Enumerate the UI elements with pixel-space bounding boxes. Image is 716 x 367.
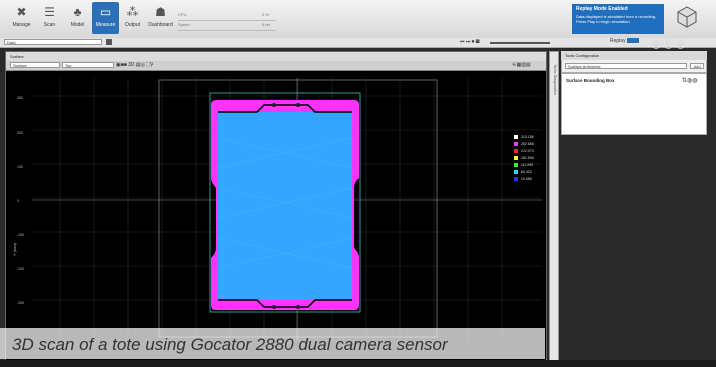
panel-tool-icons[interactable]: ⚟▦▥▤ [512, 62, 531, 68]
legend-swatch [514, 156, 518, 161]
model-label: Model [70, 22, 85, 28]
tools-panel-title: Tools Configuration [561, 51, 707, 60]
view-select[interactable]: Top [62, 62, 114, 68]
legend-item: 262.688 [514, 141, 534, 148]
output-label: Output [124, 22, 140, 28]
tool-actions-icons[interactable]: ⇅◍◍ [682, 77, 698, 84]
surface-plot[interactable] [32, 78, 542, 340]
tool-item-surface-bounding-box[interactable]: Surface Bounding Box [566, 78, 615, 83]
add-tool-button[interactable]: Add [690, 63, 704, 69]
wrench-icon: ✖ [16, 5, 27, 19]
legend-swatch [514, 149, 518, 154]
tools-diagnostics-label: Tools Diagnostics [553, 64, 558, 96]
replay-text: Data displayed is simulated from a recor… [576, 14, 657, 24]
scan-label: Scan [43, 22, 56, 28]
scan-button[interactable]: ☰ Scan [36, 2, 63, 34]
y-tick: -250 [17, 301, 25, 305]
caption-overlay: 3D scan of a tote using Gocator 2880 dua… [0, 328, 545, 359]
legend-item: 161.556 [514, 155, 534, 162]
data-viewer-panel: Surface Surface Top ▣■■ 3D ▤◎ ⛶⚲ ⚟▦▥▤ Y … [5, 51, 547, 363]
speed-meter: Speed 0 Hz [178, 22, 276, 31]
replay-title: Replay Mode Enabled [576, 6, 628, 12]
legend-swatch [514, 170, 518, 175]
scan-icon: ☰ [44, 5, 55, 19]
cpu-label: CPU [178, 12, 187, 17]
tool-select-row: Surface Arithmetic Add [561, 60, 707, 73]
speed-label: Speed [178, 22, 190, 27]
tool-list: Surface Bounding Box ⇅◍◍ [561, 73, 707, 135]
model-icon: ♣ [73, 5, 82, 19]
tote-floor [218, 112, 352, 300]
height-legend: 313.186 262.688 212.073 161.556 111.059 … [514, 134, 534, 183]
caption-text: 3D scan of a tote using Gocator 2880 dua… [12, 335, 448, 354]
tool-type-select[interactable]: Surface Arithmetic [565, 63, 687, 69]
data-select[interactable]: Data [4, 39, 102, 45]
playback-controls-icon[interactable]: ⏮ ⏭ ⏺ ▦ [460, 39, 480, 45]
legend-swatch [514, 142, 518, 147]
y-tick: 150 [17, 165, 23, 169]
y-tick: 250 [17, 96, 23, 100]
output-icon: ⁂ [126, 5, 139, 19]
manage-label: Manage [12, 22, 31, 28]
replay-toggle-label: Replay [610, 38, 626, 44]
y-tick: 200 [17, 131, 23, 135]
panel-title: Surface [6, 52, 546, 61]
tools-diagnostics-tab[interactable]: Tools Diagnostics [549, 51, 559, 363]
dashboard-button[interactable]: ☗ Dashboard [147, 2, 174, 34]
view-mode-icons[interactable]: ▣■■ 3D ▤◎ ⛶⚲ [116, 62, 154, 68]
speed-value: 0 Hz [262, 22, 271, 27]
replay-toggle[interactable]: Replay [610, 38, 639, 44]
playback-slider[interactable] [490, 42, 550, 44]
grid-toggle-icon[interactable] [106, 39, 112, 45]
measure-button[interactable]: ▭ Measure [92, 2, 119, 34]
replay-switch-icon [626, 38, 639, 44]
legend-swatch [514, 135, 518, 140]
surface-select[interactable]: Surface [10, 62, 60, 68]
model-button[interactable]: ♣ Model [64, 2, 91, 34]
dashboard-icon: ☗ [155, 5, 166, 19]
y-tick: 0 [17, 199, 19, 203]
legend-item: 313.186 [514, 134, 534, 141]
manage-button[interactable]: ✖ Manage [8, 2, 35, 34]
replay-mode-banner: Replay Mode Enabled Data displayed is si… [572, 4, 664, 34]
panel-controls: Surface Top ▣■■ 3D ▤◎ ⛶⚲ ⚟▦▥▤ [6, 61, 546, 71]
legend-item: 212.073 [514, 148, 534, 155]
y-tick: -150 [17, 233, 25, 237]
cpu-meter: CPU 0 % [178, 12, 276, 21]
tools-configuration-panel: Tools Configuration Surface Arithmetic A… [561, 51, 707, 363]
y-tick: -200 [17, 267, 25, 271]
measure-icon: ▭ [99, 5, 112, 19]
sub-toolbar: Data ⏮ ⏭ ⏺ ▦ Replay ◉◉◉ [0, 34, 716, 50]
dashboard-label: Dashboard [148, 22, 173, 28]
legend-item: 60.423 [514, 169, 534, 176]
legend-swatch [514, 163, 518, 168]
measure-label: Measure [95, 22, 116, 28]
cpu-value: 0 % [262, 12, 269, 17]
play-controls-icon[interactable]: ◉◉◉ [650, 34, 687, 51]
logo-cube-icon [677, 6, 697, 28]
y-axis-title: Y (mm) [12, 242, 18, 257]
main-toolbar: ✖ Manage ☰ Scan ♣ Model ▭ Measure ⁂ Outp… [0, 0, 716, 39]
legend-item: 111.059 [514, 162, 534, 169]
status-bar [0, 360, 716, 367]
legend-item: 10.686 [514, 176, 534, 183]
output-button[interactable]: ⁂ Output [119, 2, 146, 34]
legend-swatch [514, 177, 518, 182]
